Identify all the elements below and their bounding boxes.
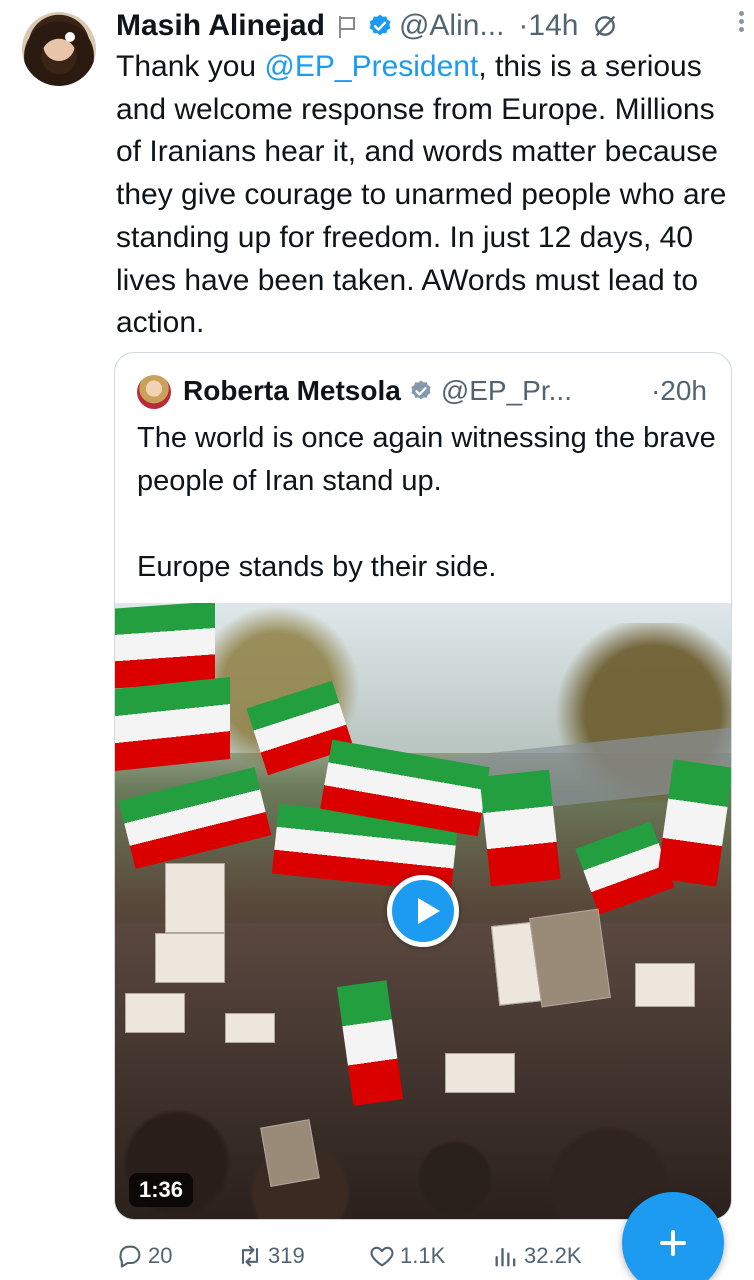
circle-slash-icon <box>595 16 616 36</box>
author-name[interactable]: Masih Alinejad <box>116 9 325 43</box>
video-duration: 1:36 <box>129 1173 194 1207</box>
tweet-actions: 20 319 1.1K 32.2K <box>116 1236 616 1276</box>
video-media[interactable]: 1:36 <box>115 603 731 1219</box>
reply-icon <box>119 1245 141 1268</box>
views-icon <box>495 1247 516 1267</box>
quoted-tweet-text: The world is once again witnessing the b… <box>137 422 716 583</box>
more-vertical-icon[interactable] <box>734 8 748 36</box>
media-sign <box>445 1053 515 1093</box>
media-flag <box>115 603 215 689</box>
reply-count: 20 <box>148 1243 173 1268</box>
quoted-tweet[interactable]: Roberta Metsola @EP_Pr... ·20h The world… <box>114 352 732 1220</box>
media-sign <box>225 1013 275 1043</box>
author-avatar[interactable] <box>22 12 96 86</box>
like-button[interactable]: 1.1K <box>368 1242 492 1270</box>
media-sign <box>260 1119 320 1187</box>
media-sign <box>529 908 611 1008</box>
views-count: 32.2K <box>524 1243 582 1268</box>
avatar-hair <box>22 12 96 86</box>
media-sign <box>155 933 225 983</box>
tweet-time[interactable]: ·14h <box>518 9 578 43</box>
media-sign <box>635 963 695 1007</box>
tweet-header: Masih Alinejad @Alin... ·14h <box>116 6 736 46</box>
quoted-author-name[interactable]: Roberta Metsola <box>183 375 401 407</box>
play-icon[interactable] <box>387 875 459 947</box>
retweet-count: 319 <box>268 1243 305 1268</box>
media-sign <box>125 993 185 1033</box>
media-flag <box>479 769 561 887</box>
tweet-text-rest: , this is a serious and welcome response… <box>116 50 727 340</box>
author-handle[interactable]: @Alin... <box>399 9 504 43</box>
tweet-body: Thank you @EP_President, this is a serio… <box>116 46 746 345</box>
avatar-flower <box>65 32 75 42</box>
views-button[interactable]: 32.2K <box>492 1242 616 1270</box>
retweet-button[interactable]: 319 <box>236 1242 368 1270</box>
tweet-text-start: Thank you <box>116 50 265 83</box>
mention-link[interactable]: @EP_President <box>264 50 478 83</box>
reply-button[interactable]: 20 <box>116 1242 236 1270</box>
flag-icon <box>337 14 357 38</box>
media-sign <box>165 863 225 933</box>
like-count: 1.1K <box>400 1243 446 1268</box>
media-flag <box>118 767 272 869</box>
verified-icon <box>411 380 431 400</box>
quoted-author-handle[interactable]: @EP_Pr... <box>441 375 572 407</box>
quoted-tweet-time[interactable]: ·20h <box>651 375 707 407</box>
quoted-author-avatar[interactable] <box>137 375 171 409</box>
media-flag <box>115 676 230 772</box>
heart-icon <box>370 1246 394 1267</box>
quoted-tweet-header: Roberta Metsola @EP_Pr... ·20h <box>183 371 723 411</box>
verified-icon <box>369 14 391 36</box>
retweet-icon <box>241 1245 259 1267</box>
